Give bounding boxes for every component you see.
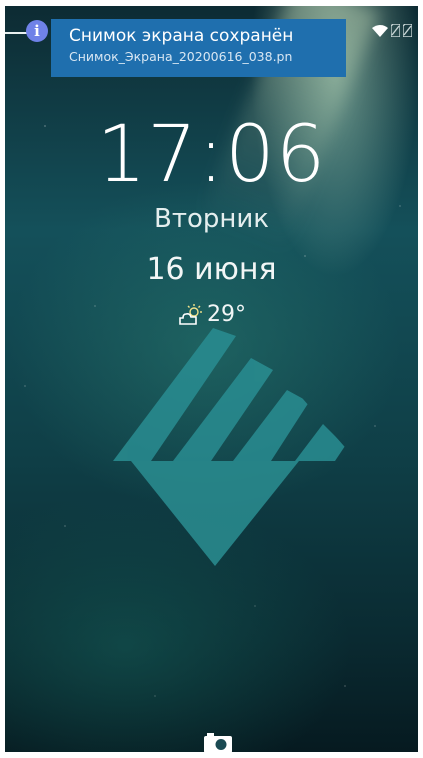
- lock-screen: i Снимок экрана сохранён Снимок_Экрана_2…: [5, 6, 418, 752]
- temperature-label: 29°: [207, 302, 246, 327]
- date-label: 16 июня: [146, 252, 277, 287]
- notification-title: Снимок экрана сохранён: [69, 26, 294, 46]
- sailfish-logo: [113, 328, 345, 566]
- sim-card-icon: [391, 24, 400, 37]
- wifi-icon: [372, 24, 388, 37]
- sim-card-icon: [403, 24, 412, 37]
- notification-subtitle: Снимок_Экрана_20200616_038.pn: [69, 49, 293, 64]
- camera-icon[interactable]: [204, 733, 232, 752]
- clock-time: 17:06: [96, 110, 327, 200]
- info-icon[interactable]: i: [26, 20, 48, 42]
- weather-widget: 29°: [5, 302, 418, 328]
- weekday-label: Вторник: [154, 204, 269, 234]
- screenshot-notification[interactable]: Снимок экрана сохранён Снимок_Экрана_202…: [51, 19, 346, 77]
- status-icons: [372, 24, 412, 37]
- partly-cloudy-icon: [179, 304, 202, 325]
